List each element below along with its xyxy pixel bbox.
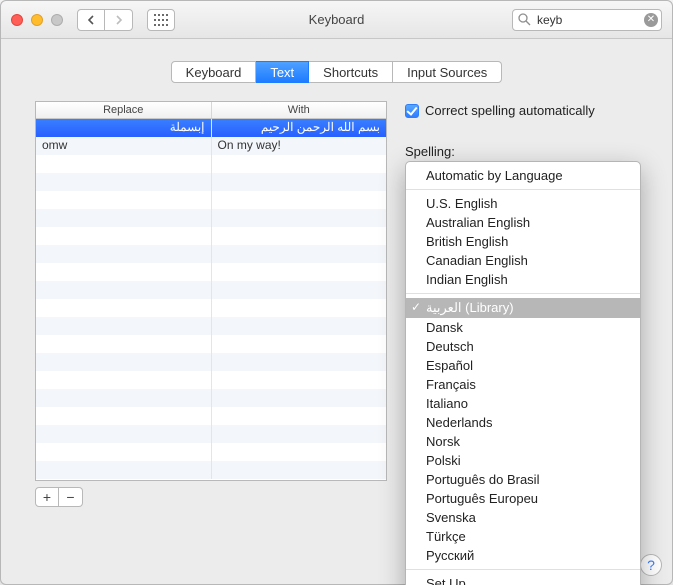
- chevron-right-icon: [115, 15, 123, 25]
- titlebar: Keyboard ✕: [1, 1, 672, 39]
- menu-item[interactable]: U.S. English: [406, 194, 640, 213]
- menu-item[interactable]: Polski: [406, 451, 640, 470]
- prefs-window: Keyboard ✕ KeyboardTextShortcutsInput So…: [0, 0, 673, 585]
- menu-item[interactable]: Deutsch: [406, 337, 640, 356]
- replacements-table[interactable]: Replace With إبسملةبسم الله الرحمن الرحي…: [35, 101, 387, 481]
- menu-item[interactable]: Español: [406, 356, 640, 375]
- menu-item[interactable]: Svenska: [406, 508, 640, 527]
- search-icon: [518, 13, 531, 26]
- table-row-empty[interactable]: [36, 245, 386, 263]
- table-row-empty[interactable]: [36, 335, 386, 353]
- cell-with[interactable]: On my way!: [212, 137, 387, 155]
- menu-item[interactable]: Русский: [406, 546, 640, 565]
- close-window-button[interactable]: [11, 14, 23, 26]
- add-remove-controls: + −: [35, 487, 83, 507]
- spelling-label: Spelling:: [405, 144, 638, 159]
- menu-item[interactable]: Nederlands: [406, 413, 640, 432]
- menu-item[interactable]: Australian English: [406, 213, 640, 232]
- menu-separator: [406, 189, 640, 190]
- table-row-empty[interactable]: [36, 443, 386, 461]
- table-row-empty[interactable]: [36, 389, 386, 407]
- content-area: KeyboardTextShortcutsInput Sources Repla…: [1, 39, 672, 584]
- checkbox-icon: [405, 104, 419, 118]
- table-row[interactable]: إبسملةبسم الله الرحمن الرحيم: [36, 119, 386, 137]
- menu-item[interactable]: العربية (Library): [406, 298, 640, 318]
- tab-text[interactable]: Text: [256, 61, 309, 83]
- nav-back-forward: [77, 9, 133, 31]
- search-input[interactable]: [512, 9, 662, 31]
- menu-item[interactable]: Dansk: [406, 318, 640, 337]
- menu-item[interactable]: Canadian English: [406, 251, 640, 270]
- table-row[interactable]: omwOn my way!: [36, 137, 386, 155]
- table-row-empty[interactable]: [36, 353, 386, 371]
- table-row-empty[interactable]: [36, 371, 386, 389]
- col-replace[interactable]: Replace: [36, 102, 212, 118]
- table-row-empty[interactable]: [36, 425, 386, 443]
- table-row-empty[interactable]: [36, 281, 386, 299]
- menu-item[interactable]: Português do Brasil: [406, 470, 640, 489]
- remove-button[interactable]: −: [59, 487, 83, 507]
- menu-item[interactable]: Français: [406, 375, 640, 394]
- menu-item[interactable]: British English: [406, 232, 640, 251]
- tab-keyboard[interactable]: Keyboard: [171, 61, 257, 83]
- menu-item[interactable]: Italiano: [406, 394, 640, 413]
- zoom-window-button[interactable]: [51, 14, 63, 26]
- table-row-empty[interactable]: [36, 461, 386, 479]
- table-row-empty[interactable]: [36, 155, 386, 173]
- minimize-window-button[interactable]: [31, 14, 43, 26]
- window-controls: [11, 14, 63, 26]
- cell-replace[interactable]: omw: [36, 137, 212, 155]
- spelling-dropdown-menu[interactable]: Automatic by Language U.S. EnglishAustral…: [405, 161, 641, 585]
- back-button[interactable]: [77, 9, 105, 31]
- table-row-empty[interactable]: [36, 407, 386, 425]
- table-row-empty[interactable]: [36, 173, 386, 191]
- forward-button[interactable]: [105, 9, 133, 31]
- grid-icon: [154, 14, 168, 26]
- chevron-left-icon: [87, 15, 95, 25]
- menu-item[interactable]: Norsk: [406, 432, 640, 451]
- help-button[interactable]: ?: [640, 554, 662, 576]
- show-all-button[interactable]: [147, 9, 175, 31]
- menu-item[interactable]: Türkçe: [406, 527, 640, 546]
- right-pane: Correct spelling automatically Spelling:…: [405, 101, 638, 163]
- menu-item[interactable]: Set Up…: [406, 574, 640, 585]
- table-row-empty[interactable]: [36, 299, 386, 317]
- table-row-empty[interactable]: [36, 209, 386, 227]
- search-wrap: ✕: [512, 9, 662, 31]
- menu-item[interactable]: Português Europeu: [406, 489, 640, 508]
- table-row-empty[interactable]: [36, 317, 386, 335]
- menu-separator: [406, 569, 640, 570]
- table-body: إبسملةبسم الله الرحمن الرحيمomwOn my way…: [36, 119, 386, 479]
- clear-search-button[interactable]: ✕: [644, 13, 658, 27]
- table-row-empty[interactable]: [36, 263, 386, 281]
- tab-shortcuts[interactable]: Shortcuts: [309, 61, 393, 83]
- correct-spelling-label: Correct spelling automatically: [425, 103, 595, 118]
- add-button[interactable]: +: [35, 487, 59, 507]
- menu-item[interactable]: Automatic by Language: [406, 166, 640, 185]
- table-row-empty[interactable]: [36, 191, 386, 209]
- cell-with[interactable]: بسم الله الرحمن الرحيم: [212, 119, 387, 137]
- table-header: Replace With: [36, 102, 386, 119]
- tab-input-sources[interactable]: Input Sources: [393, 61, 502, 83]
- cell-replace[interactable]: إبسملة: [36, 119, 212, 137]
- tabs: KeyboardTextShortcutsInput Sources: [171, 61, 503, 83]
- col-with[interactable]: With: [212, 102, 387, 118]
- menu-item[interactable]: Indian English: [406, 270, 640, 289]
- correct-spelling-checkbox[interactable]: Correct spelling automatically: [405, 103, 638, 118]
- menu-separator: [406, 293, 640, 294]
- table-row-empty[interactable]: [36, 227, 386, 245]
